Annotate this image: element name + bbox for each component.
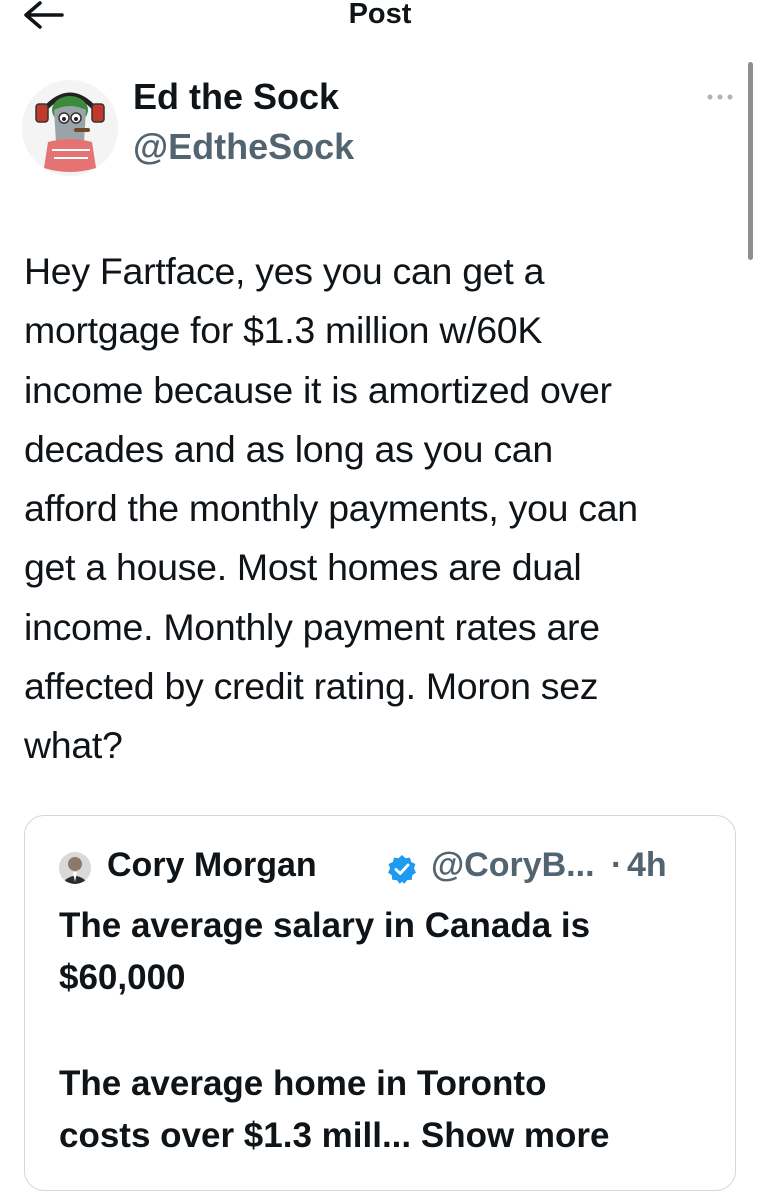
quoted-post-card[interactable]: Cory Morgan @CoryB... · 4h The average s… (24, 815, 736, 1191)
more-dots-icon (707, 94, 733, 100)
quoted-author-name: Cory Morgan (107, 846, 317, 884)
scrollbar[interactable] (748, 62, 753, 260)
top-bar: Post (0, 0, 760, 36)
author-handle[interactable]: @EdtheSock (133, 126, 354, 168)
quoted-post-line-show-more[interactable]: costs over $1.3 mill... Show more (59, 1110, 709, 1162)
quoted-post-line: The average home in Toronto (59, 1064, 547, 1103)
post-text: Hey Fartface, yes you can get a mortgage… (24, 250, 638, 767)
avatar[interactable] (22, 80, 118, 176)
quoted-author-handle: @CoryB... (431, 846, 595, 884)
quoted-author-avatar (59, 852, 91, 884)
more-options-button[interactable] (700, 82, 740, 112)
quoted-post-time: 4h (627, 846, 667, 884)
quoted-post-text-continued: The average home in Toronto costs over $… (59, 1058, 709, 1162)
sock-avatar-icon (22, 80, 118, 176)
separator-dot: · (611, 846, 623, 884)
quoted-post-text: The average salary in Canada is $60,000 (59, 906, 591, 997)
page-title: Post (348, 0, 412, 30)
author-name[interactable]: Ed the Sock (133, 76, 339, 118)
verified-badge-icon (388, 855, 416, 884)
person-avatar-icon (59, 852, 91, 884)
